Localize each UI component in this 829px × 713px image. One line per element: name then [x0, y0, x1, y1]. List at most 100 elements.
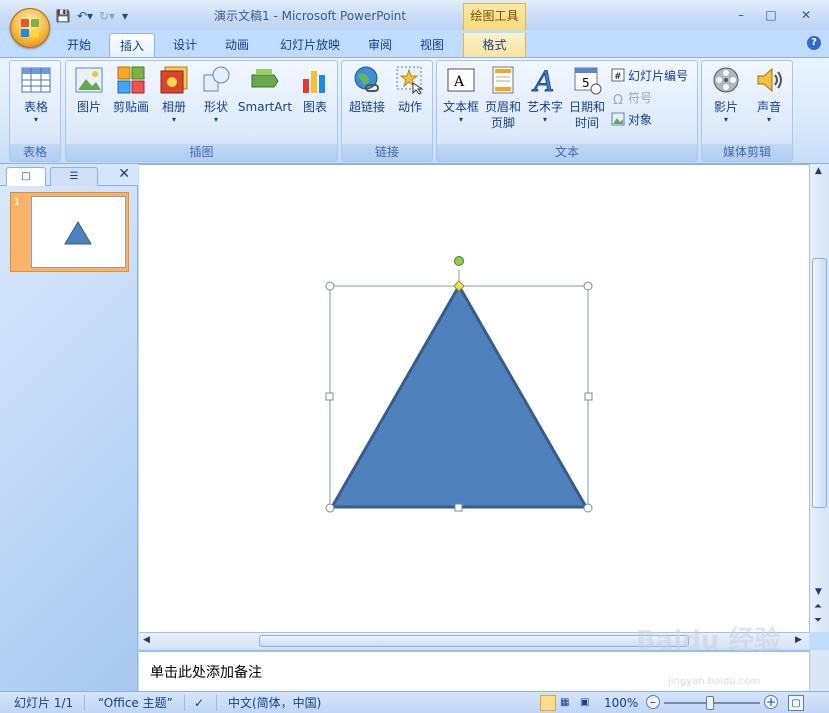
symbol-label: 符号: [628, 91, 653, 105]
clipart-button[interactable]: 剪贴画: [110, 65, 152, 115]
slides-pane: □ ☰ ✕ 1: [0, 164, 138, 691]
clipart-label: 剪贴画: [112, 100, 149, 114]
sound-button[interactable]: 声音 ▾: [748, 65, 790, 125]
resize-handle-bottom-right[interactable]: [583, 503, 593, 513]
rotation-handle[interactable]: [454, 256, 464, 266]
slide-number-button[interactable]: # 幻灯片编号: [611, 67, 688, 85]
table-button[interactable]: 表格 ▾: [14, 65, 58, 125]
movie-label: 影片: [713, 100, 738, 114]
customize-qat-icon[interactable]: ▾: [120, 8, 130, 24]
tab-animation[interactable]: 动画: [216, 33, 258, 58]
help-icon[interactable]: ?: [807, 36, 821, 50]
tab-home[interactable]: 开始: [58, 33, 100, 58]
header-footer-label-1: 页眉和: [484, 100, 521, 114]
chart-icon: [300, 65, 330, 95]
maximize-button[interactable]: □: [760, 6, 782, 24]
tab-review[interactable]: 审阅: [358, 33, 402, 58]
zoom-in-icon[interactable]: +: [764, 695, 778, 709]
object-button[interactable]: 对象: [611, 111, 652, 129]
picture-button[interactable]: 图片: [70, 65, 108, 115]
wordart-label: 艺术字: [526, 100, 563, 114]
smartart-button[interactable]: SmartArt: [236, 65, 294, 115]
textbox-button[interactable]: A 文本框 ▾: [439, 65, 483, 125]
album-dropdown-icon: ▾: [171, 115, 176, 124]
notes-placeholder[interactable]: 单击此处添加备注: [150, 662, 262, 682]
minimize-button[interactable]: –: [730, 6, 752, 24]
slide-thumbnail-selected[interactable]: 1: [10, 192, 129, 272]
scroll-down-icon[interactable]: ▼: [815, 587, 822, 597]
close-button[interactable]: ✕: [795, 6, 817, 24]
notes-scrollbar[interactable]: [809, 650, 829, 691]
tab-insert[interactable]: 插入: [109, 33, 155, 58]
chart-button[interactable]: 图表: [296, 65, 334, 115]
scroll-left-icon[interactable]: ◀: [143, 635, 150, 645]
omega-symbol-icon: Ω: [613, 93, 623, 108]
save-icon[interactable]: 💾: [54, 8, 72, 24]
album-button[interactable]: 相册 ▾: [154, 65, 194, 125]
vertical-scroll-thumb[interactable]: [812, 258, 827, 508]
hyperlink-button[interactable]: 超链接: [344, 65, 390, 115]
group-media: 影片 ▾ 声音 ▾ 媒体剪辑: [701, 60, 793, 162]
resize-handle-right[interactable]: [584, 392, 593, 401]
tab-format[interactable]: 格式: [463, 33, 526, 58]
undo-icon[interactable]: ↶▾: [76, 8, 94, 24]
fit-to-window-icon[interactable]: ▢: [788, 695, 804, 711]
tab-view[interactable]: 视图: [410, 33, 454, 58]
action-button[interactable]: 动作: [390, 65, 430, 115]
resize-handle-top-left[interactable]: [325, 281, 335, 291]
resize-handle-bottom-left[interactable]: [325, 503, 335, 513]
normal-view-icon[interactable]: [540, 695, 556, 711]
slide-sorter-view-icon[interactable]: ▦: [560, 695, 576, 711]
tab-design[interactable]: 设计: [164, 33, 206, 58]
close-pane-icon[interactable]: ✕: [118, 166, 130, 182]
zoom-slider-thumb[interactable]: [706, 696, 714, 710]
datetime-button[interactable]: 5 日期和 时间: [567, 65, 607, 131]
zoom-level[interactable]: 100%: [604, 695, 638, 711]
quick-access-toolbar: 💾 ↶▾ ↻▾ ▾: [54, 6, 130, 26]
movie-button[interactable]: 影片 ▾: [704, 65, 748, 125]
slide-thumbnail[interactable]: [31, 196, 126, 268]
resize-handle-bottom[interactable]: [454, 503, 463, 512]
drawing-tools-context-title: 绘图工具: [463, 3, 526, 30]
triangle-shape[interactable]: [329, 282, 589, 509]
tab-outline[interactable]: ☰: [50, 167, 98, 186]
spellcheck-icon[interactable]: ✓: [194, 695, 212, 711]
textbox-label: 文本框: [442, 100, 479, 114]
textbox-dropdown-icon: ▾: [458, 115, 463, 124]
symbol-button[interactable]: Ω 符号: [611, 89, 653, 108]
slideshow-view-icon[interactable]: ▣: [580, 695, 596, 711]
resize-handle-left[interactable]: [325, 392, 334, 401]
scroll-up-icon[interactable]: ▲: [815, 166, 822, 176]
movie-dropdown-icon: ▾: [723, 115, 728, 124]
svg-text:A: A: [531, 65, 554, 95]
previous-slide-icon[interactable]: ⏶: [814, 601, 822, 612]
status-bar: 幻灯片 1/1 “Office 主题” ✓ 中文(简体，中国) ▦ ▣ 100%…: [0, 691, 829, 713]
ribbon-tabs: 开始 插入 设计 动画 幻灯片放映 审阅 视图 格式: [0, 30, 829, 58]
shapes-dropdown-icon: ▾: [213, 115, 218, 124]
zoom-out-icon[interactable]: –: [646, 695, 660, 709]
tab-slideshow[interactable]: 幻灯片放映: [270, 33, 350, 58]
header-footer-button[interactable]: 页眉和 页脚: [483, 65, 523, 131]
slide-number-icon: #: [611, 68, 625, 82]
datetime-label-2: 时间: [574, 116, 599, 130]
tab-slides[interactable]: □: [6, 167, 46, 186]
textbox-icon: A: [446, 65, 476, 95]
horizontal-scroll-thumb[interactable]: [259, 635, 689, 647]
clipart-icon: [116, 65, 146, 95]
office-logo-icon: [21, 19, 41, 39]
shapes-button[interactable]: 形状 ▾: [196, 65, 236, 125]
title-bar: 💾 ↶▾ ↻▾ ▾ 演示文稿1 - Microsoft PowerPoint 绘…: [0, 0, 829, 30]
redo-icon[interactable]: ↻▾: [98, 8, 116, 24]
next-slide-icon[interactable]: ⏷: [814, 615, 822, 626]
vertical-scrollbar[interactable]: ▲ ▼ ⏶ ⏷: [809, 164, 829, 632]
group-links: 超链接 动作 链接: [341, 60, 433, 162]
office-button[interactable]: [10, 8, 50, 48]
scroll-right-icon[interactable]: ▶: [795, 635, 802, 645]
wordart-button[interactable]: A 艺术字 ▾: [523, 65, 567, 125]
status-separator: [84, 695, 85, 711]
picture-label: 图片: [76, 100, 101, 114]
slide-canvas[interactable]: [139, 164, 809, 632]
group-label-media: 媒体剪辑: [702, 144, 792, 161]
resize-handle-top-right[interactable]: [583, 281, 593, 291]
photo-album-icon: [159, 65, 189, 95]
